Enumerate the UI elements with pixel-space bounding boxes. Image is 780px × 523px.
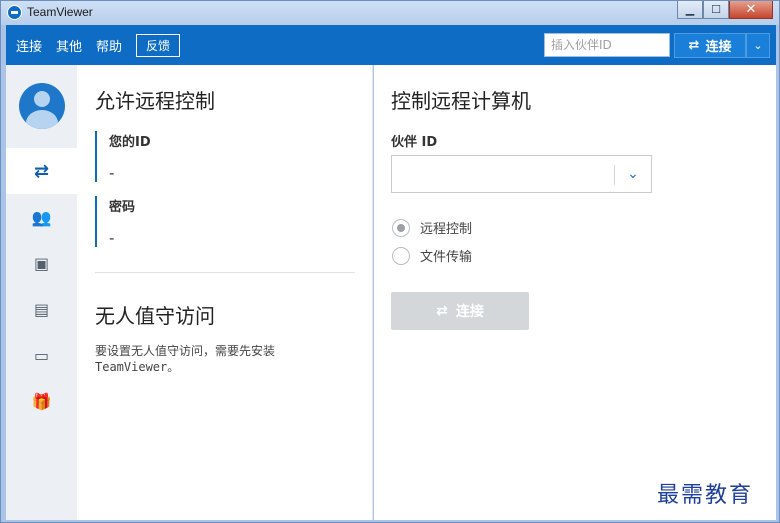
chat-icon: ▤ [33, 299, 50, 319]
section-divider [95, 272, 355, 273]
sidebar-item-augmented-reality[interactable]: ▭ [6, 332, 77, 378]
menu-other[interactable]: 其他 [56, 36, 82, 55]
connect-arrows-icon: ⇄ [688, 38, 700, 53]
menu-connect[interactable]: 连接 [16, 36, 42, 55]
partner-id-label: 伙伴 ID [391, 135, 438, 150]
partner-id-combobox[interactable]: ⌄ [391, 155, 652, 193]
sidebar-item-chat[interactable]: ▤ [6, 286, 77, 332]
sidebar-item-remote-control[interactable]: ⇄ [6, 148, 77, 194]
gift-icon: 🎁 [31, 391, 52, 411]
contact-card-icon: ▣ [33, 253, 50, 273]
window-controls: ▁ ☐ ✕ [677, 1, 773, 19]
partner-id-quick-input[interactable] [544, 33, 670, 57]
password-block: 密码 - [95, 196, 295, 247]
radio-file-transfer-label: 文件传输 [420, 250, 473, 265]
people-icon: 👥 [31, 207, 52, 227]
your-id-value[interactable]: - [109, 164, 295, 182]
connect-button-label: 连接 [455, 304, 484, 320]
quick-connect-label: 连接 [705, 40, 732, 55]
ar-glasses-icon: ▭ [33, 345, 50, 365]
chevron-down-icon[interactable]: ⌄ [622, 164, 644, 184]
maximize-button[interactable]: ☐ [703, 1, 729, 19]
sidebar-item-gift[interactable]: 🎁 [6, 378, 77, 424]
avatar[interactable] [19, 83, 65, 129]
feedback-button[interactable]: 反馈 [136, 33, 181, 57]
window-title: TeamViewer [27, 5, 93, 19]
radio-file-transfer-button[interactable] [392, 246, 410, 265]
unattended-access-description: 要设置无人值守访问，需要先安装 TeamViewer。 [95, 343, 345, 375]
control-remote-title: 控制远程计算机 [391, 89, 531, 113]
teamviewer-window: TeamViewer ▁ ☐ ✕ 连接 其他 帮助 反馈 ⇄ 连接 ⌄ ⇄ [0, 0, 780, 523]
radio-file-transfer[interactable]: 文件传输 [392, 246, 472, 265]
radio-remote-control-button[interactable] [392, 218, 410, 237]
connect-arrows-icon: ⇄ [436, 303, 448, 319]
close-icon: ✕ [745, 2, 757, 17]
menu-bar: 连接 其他 帮助 反馈 [16, 25, 181, 65]
teamviewer-logo-icon [7, 5, 22, 20]
toolbar: 连接 其他 帮助 反馈 ⇄ 连接 ⌄ [6, 25, 776, 65]
partner-id-input[interactable] [392, 156, 614, 192]
unattended-desc-line-2: TeamViewer。 [95, 360, 180, 374]
chevron-down-icon: ⌄ [753, 39, 763, 52]
unattended-access-title: 无人值守访问 [95, 304, 215, 328]
radio-remote-control-label: 远程控制 [420, 222, 473, 237]
avatar-head-shape [34, 91, 50, 107]
unattended-desc-line-1: 要设置无人值守访问，需要先安装 [95, 344, 276, 358]
maximize-icon: ☐ [711, 3, 721, 16]
avatar-body-shape [26, 110, 58, 129]
close-button[interactable]: ✕ [729, 1, 773, 19]
sidebar-item-contacts[interactable]: ▣ [6, 240, 77, 286]
title-bar: TeamViewer ▁ ☐ ✕ [1, 1, 779, 25]
radio-remote-control[interactable]: 远程控制 [392, 218, 472, 237]
sidebar: ⇄ 👥 ▣ ▤ ▭ 🎁 [6, 65, 77, 520]
combo-separator [614, 165, 615, 185]
quick-connect-button[interactable]: ⇄ 连接 [674, 33, 746, 58]
allow-remote-title: 允许远程控制 [95, 89, 215, 113]
control-remote-panel: 控制远程计算机 伙伴 ID ⌄ 远程控制 文件传输 ⇄ 连接 [374, 65, 776, 520]
minimize-icon: ▁ [685, 3, 695, 16]
allow-remote-panel: 允许远程控制 您的ID - 密码 - 无人值守访问 要设置无人值守访问，需要先安… [77, 65, 373, 520]
menu-help[interactable]: 帮助 [96, 36, 122, 55]
your-id-block: 您的ID - [95, 131, 295, 182]
sidebar-item-meeting[interactable]: 👥 [6, 194, 77, 240]
your-id-label: 您的ID [109, 135, 151, 150]
quick-connect-dropdown[interactable]: ⌄ [746, 33, 770, 58]
minimize-button[interactable]: ▁ [677, 1, 703, 19]
password-value[interactable]: - [109, 229, 295, 247]
remote-control-icon: ⇄ [33, 160, 50, 182]
connect-button[interactable]: ⇄ 连接 [391, 292, 529, 330]
watermark-text: 最需教育 [657, 483, 754, 508]
password-label: 密码 [109, 200, 136, 215]
